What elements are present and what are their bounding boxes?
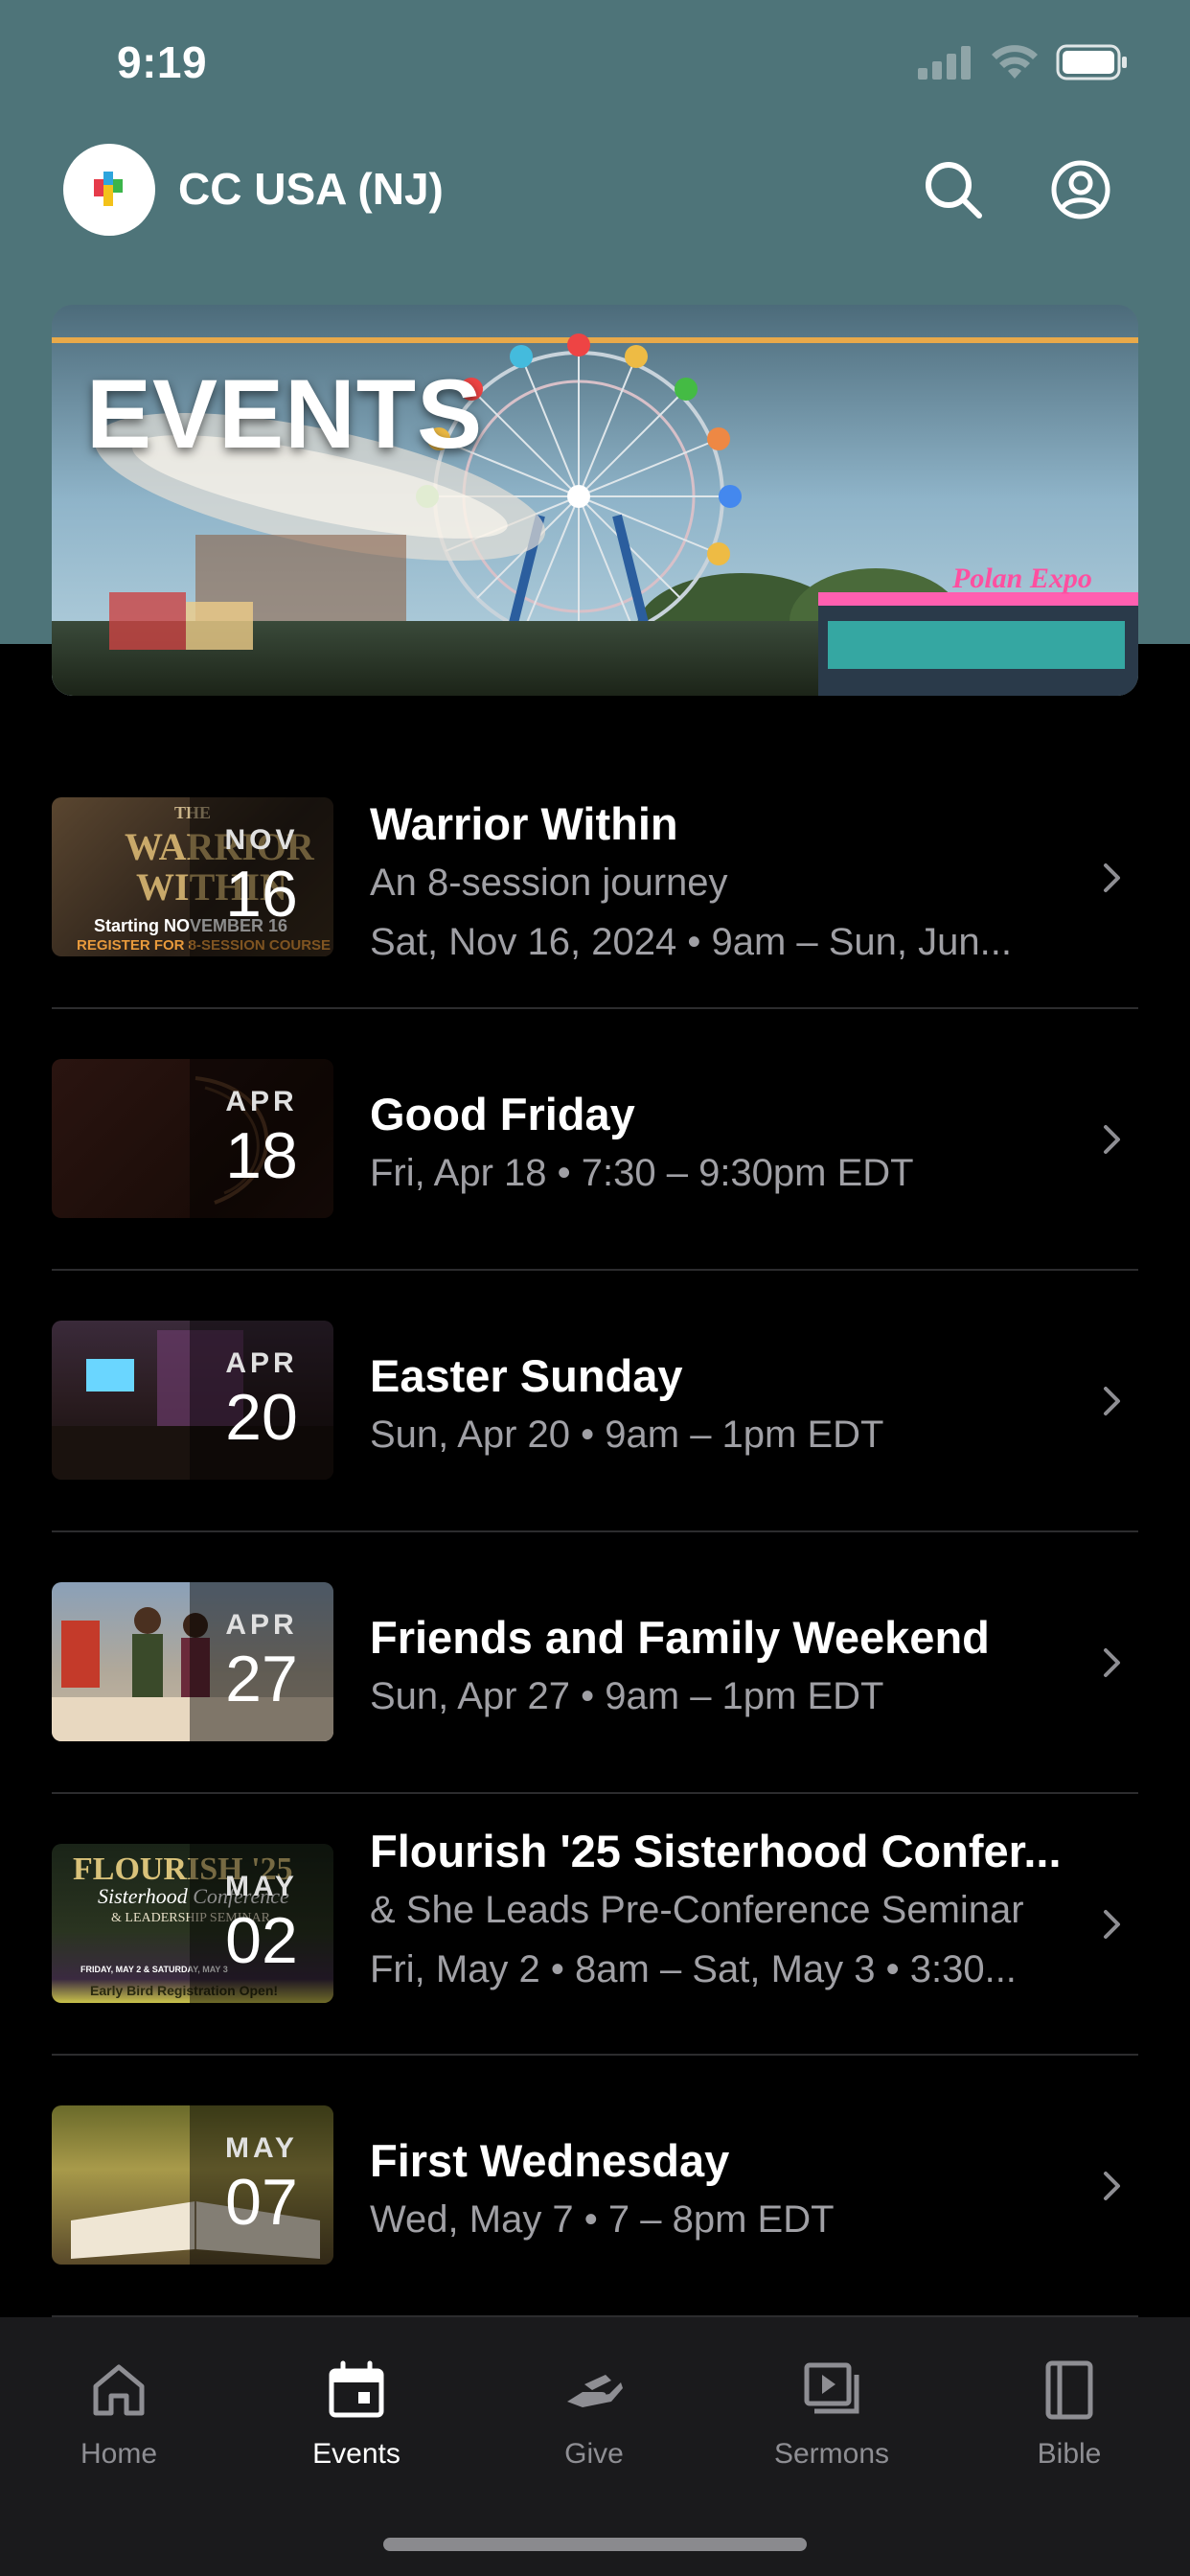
banner-sign-text: Polan Expo: [951, 563, 1092, 594]
tab-bible[interactable]: Bible: [973, 2359, 1165, 2471]
event-day: 16: [225, 858, 298, 931]
event-title: Friends and Family Weekend: [370, 1612, 990, 1663]
event-month: MAY: [225, 2132, 298, 2164]
status-time: 9:19: [117, 37, 208, 87]
event-day: 27: [225, 1643, 298, 1715]
tab-label: Give: [564, 2438, 624, 2470]
thumb-date-overlay: APR 18: [190, 1059, 333, 1218]
chevron-right-icon: [1104, 1648, 1120, 1677]
event-datetime: Fri, Apr 18 • 7:30 – 9:30pm EDT: [370, 1152, 914, 1194]
home-indicator[interactable]: [383, 2538, 807, 2551]
event-subtitle: An 8-session journey: [370, 862, 728, 904]
status-bar: 9:19: [0, 0, 1190, 126]
sermons-icon: [804, 2362, 859, 2414]
search-button[interactable]: [913, 150, 994, 230]
event-item-first-wednesday[interactable]: MAY 07 First Wednesday Wed, May 7 • 7 – …: [52, 2056, 1138, 2317]
tab-label: Home: [80, 2438, 158, 2470]
home-icon: [93, 2364, 145, 2416]
tab-label: Sermons: [773, 2438, 890, 2470]
event-month: APR: [225, 1086, 298, 1117]
thumb-date-overlay: APR 20: [190, 1321, 333, 1480]
give-icon: [567, 2375, 623, 2407]
event-datetime: Sat, Nov 16, 2024 • 9am – Sun, Jun...: [370, 921, 1012, 963]
event-month: MAY: [225, 1871, 298, 1902]
profile-icon: [1051, 160, 1110, 219]
tab-label: Bible: [1037, 2438, 1102, 2470]
event-thumbnail: APR 27: [52, 1582, 333, 1741]
cellular-signal-icon: [918, 46, 971, 80]
tab-events[interactable]: Events: [261, 2359, 452, 2471]
event-item-warrior-within[interactable]: THE WARRIOR WITHIN Starting NOVEMBER 16 …: [52, 748, 1138, 1009]
bible-icon: [1045, 2360, 1093, 2420]
app-header: CC USA (NJ): [0, 144, 1190, 240]
event-day: 18: [225, 1119, 298, 1192]
event-day: 20: [225, 1381, 298, 1454]
event-title: Warrior Within: [370, 798, 678, 849]
event-thumbnail: APR 20: [52, 1321, 333, 1480]
event-thumbnail: FLOURISH '25 Sisterhood Conference & LEA…: [52, 1844, 333, 2003]
event-thumbnail: THE WARRIOR WITHIN Starting NOVEMBER 16 …: [52, 797, 333, 956]
event-title: First Wednesday: [370, 2135, 730, 2186]
battery-icon: [1056, 44, 1127, 80]
events-banner: Polan Expo EVENTS: [52, 305, 1138, 696]
event-list: THE WARRIOR WITHIN Starting NOVEMBER 16 …: [52, 748, 1138, 2317]
thumb-date-overlay: APR 27: [190, 1582, 333, 1741]
event-title: Flourish '25 Sisterhood Confer...: [370, 1826, 1062, 1876]
chevron-right-icon: [1104, 1125, 1120, 1154]
event-subtitle: & She Leads Pre-Conference Seminar: [370, 1889, 1024, 1931]
event-month: APR: [225, 1609, 298, 1641]
event-datetime: Fri, May 2 • 8am – Sat, May 3 • 3:30...: [370, 1948, 1017, 1990]
event-datetime: Sun, Apr 27 • 9am – 1pm EDT: [370, 1675, 884, 1717]
event-title: Good Friday: [370, 1089, 635, 1139]
chevron-right-icon: [1104, 863, 1120, 892]
event-day: 02: [225, 1904, 298, 1977]
event-thumbnail: MAY 07: [52, 2105, 333, 2265]
calendar-icon: [329, 2360, 384, 2418]
event-month: APR: [225, 1347, 298, 1379]
banner-title: EVENTS: [86, 359, 484, 469]
profile-button[interactable]: [1041, 150, 1121, 230]
event-datetime: Sun, Apr 20 • 9am – 1pm EDT: [370, 1414, 884, 1456]
event-datetime: Wed, May 7 • 7 – 8pm EDT: [370, 2198, 835, 2241]
event-item-good-friday[interactable]: APR 18 Good Friday Fri, Apr 18 • 7:30 – …: [52, 1009, 1138, 1271]
event-item-easter-sunday[interactable]: APR 20 Easter Sunday Sun, Apr 20 • 9am –…: [52, 1271, 1138, 1532]
event-item-flourish-25[interactable]: FLOURISH '25 Sisterhood Conference & LEA…: [52, 1794, 1138, 2056]
thumb-date-overlay: MAY 02: [190, 1844, 333, 2003]
search-icon: [926, 162, 982, 218]
tab-sermons[interactable]: Sermons: [736, 2359, 927, 2471]
event-title: Easter Sunday: [370, 1350, 683, 1401]
tab-give[interactable]: Give: [498, 2359, 690, 2471]
chevron-right-icon: [1104, 1910, 1120, 1939]
chevron-right-icon: [1104, 2172, 1120, 2200]
thumb-date-overlay: NOV 16: [190, 797, 333, 956]
thumb-date-overlay: MAY 07: [190, 2105, 333, 2265]
event-item-friends-family-weekend[interactable]: APR 27 Friends and Family Weekend Sun, A…: [52, 1532, 1138, 1794]
event-thumbnail: APR 18: [52, 1059, 333, 1218]
wifi-icon: [992, 45, 1038, 79]
tab-home[interactable]: Home: [23, 2359, 215, 2471]
event-day: 07: [225, 2166, 298, 2239]
tab-label: Events: [312, 2438, 400, 2470]
org-logo-icon: [94, 172, 123, 206]
event-month: NOV: [224, 824, 299, 856]
org-logo[interactable]: [63, 144, 155, 236]
org-name: CC USA (NJ): [178, 164, 444, 214]
chevron-right-icon: [1104, 1387, 1120, 1415]
